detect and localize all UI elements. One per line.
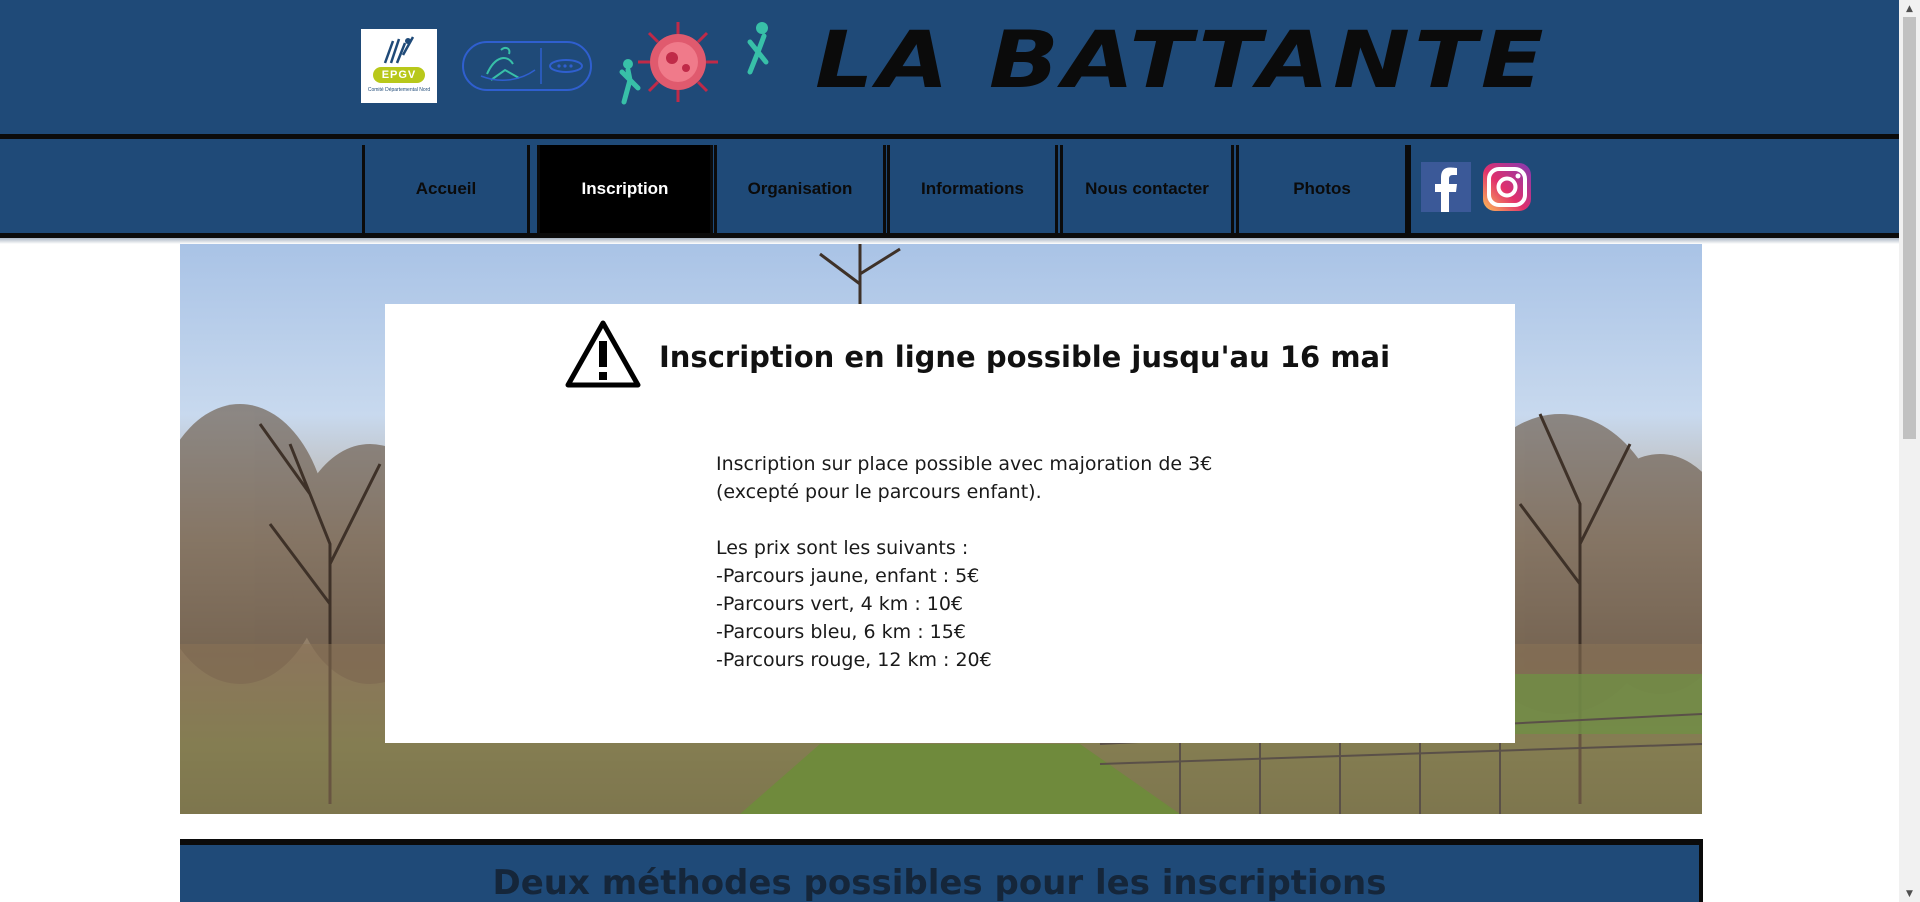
notice-body: Inscription sur place possible avec majo… — [716, 450, 1212, 674]
warning-icon — [565, 320, 641, 388]
main-navigation: Accueil Inscription Organisation Informa… — [0, 134, 1899, 238]
price-line-vert: -Parcours vert, 4 km : 10€ — [716, 593, 964, 615]
scroll-up-arrow-icon[interactable]: ▲ — [1899, 0, 1920, 17]
scrollbar-thumb[interactable] — [1903, 17, 1916, 439]
epgv-subtitle: Comité Départemental Nord — [367, 87, 431, 93]
nav-item-inscription[interactable]: Inscription — [537, 145, 713, 233]
price-line-rouge: -Parcours rouge, 12 km : 20€ — [716, 649, 992, 671]
epgv-logo[interactable]: EPGV Comité Départemental Nord — [361, 29, 437, 103]
notice-line: (excepté pour le parcours enfant). — [716, 481, 1042, 503]
notice-card: Inscription en ligne possible jusqu'au 1… — [385, 304, 1515, 743]
running-club-logo[interactable] — [461, 40, 593, 92]
virus-runners-logo[interactable] — [614, 18, 780, 110]
site-header: EPGV Comité Départemental Nord LA BATTAN… — [0, 0, 1899, 134]
price-line-jaune: -Parcours jaune, enfant : 5€ — [716, 565, 980, 587]
registration-methods-section: Deux méthodes possibles pour les inscrip… — [180, 839, 1703, 902]
section-title: Deux méthodes possibles pour les inscrip… — [492, 863, 1387, 902]
site-title[interactable]: LA BATTANTE — [815, 14, 1548, 108]
page-scrollbar[interactable]: ▲ ▼ — [1899, 0, 1920, 902]
nav-item-organisation[interactable]: Organisation — [714, 145, 886, 233]
nav-item-informations[interactable]: Informations — [887, 145, 1058, 233]
notice-spacer — [716, 506, 1212, 534]
facebook-icon[interactable] — [1421, 162, 1471, 212]
notice-title: Inscription en ligne possible jusqu'au 1… — [659, 340, 1391, 374]
instagram-icon[interactable] — [1482, 162, 1532, 212]
notice-line: Inscription sur place possible avec majo… — [716, 453, 1213, 475]
nav-item-photos[interactable]: Photos — [1236, 145, 1408, 233]
notice-line: Les prix sont les suivants : — [716, 537, 969, 559]
nav-item-accueil[interactable]: Accueil — [362, 145, 530, 233]
nav-divider — [1408, 145, 1411, 233]
epgv-figure-icon — [383, 36, 415, 64]
epgv-badge: EPGV — [373, 67, 425, 83]
price-line-bleu: -Parcours bleu, 6 km : 15€ — [716, 621, 966, 643]
scroll-down-arrow-icon[interactable]: ▼ — [1899, 885, 1920, 902]
page: EPGV Comité Départemental Nord LA BATTAN… — [0, 0, 1920, 902]
nav-item-nous-contacter[interactable]: Nous contacter — [1060, 145, 1234, 233]
